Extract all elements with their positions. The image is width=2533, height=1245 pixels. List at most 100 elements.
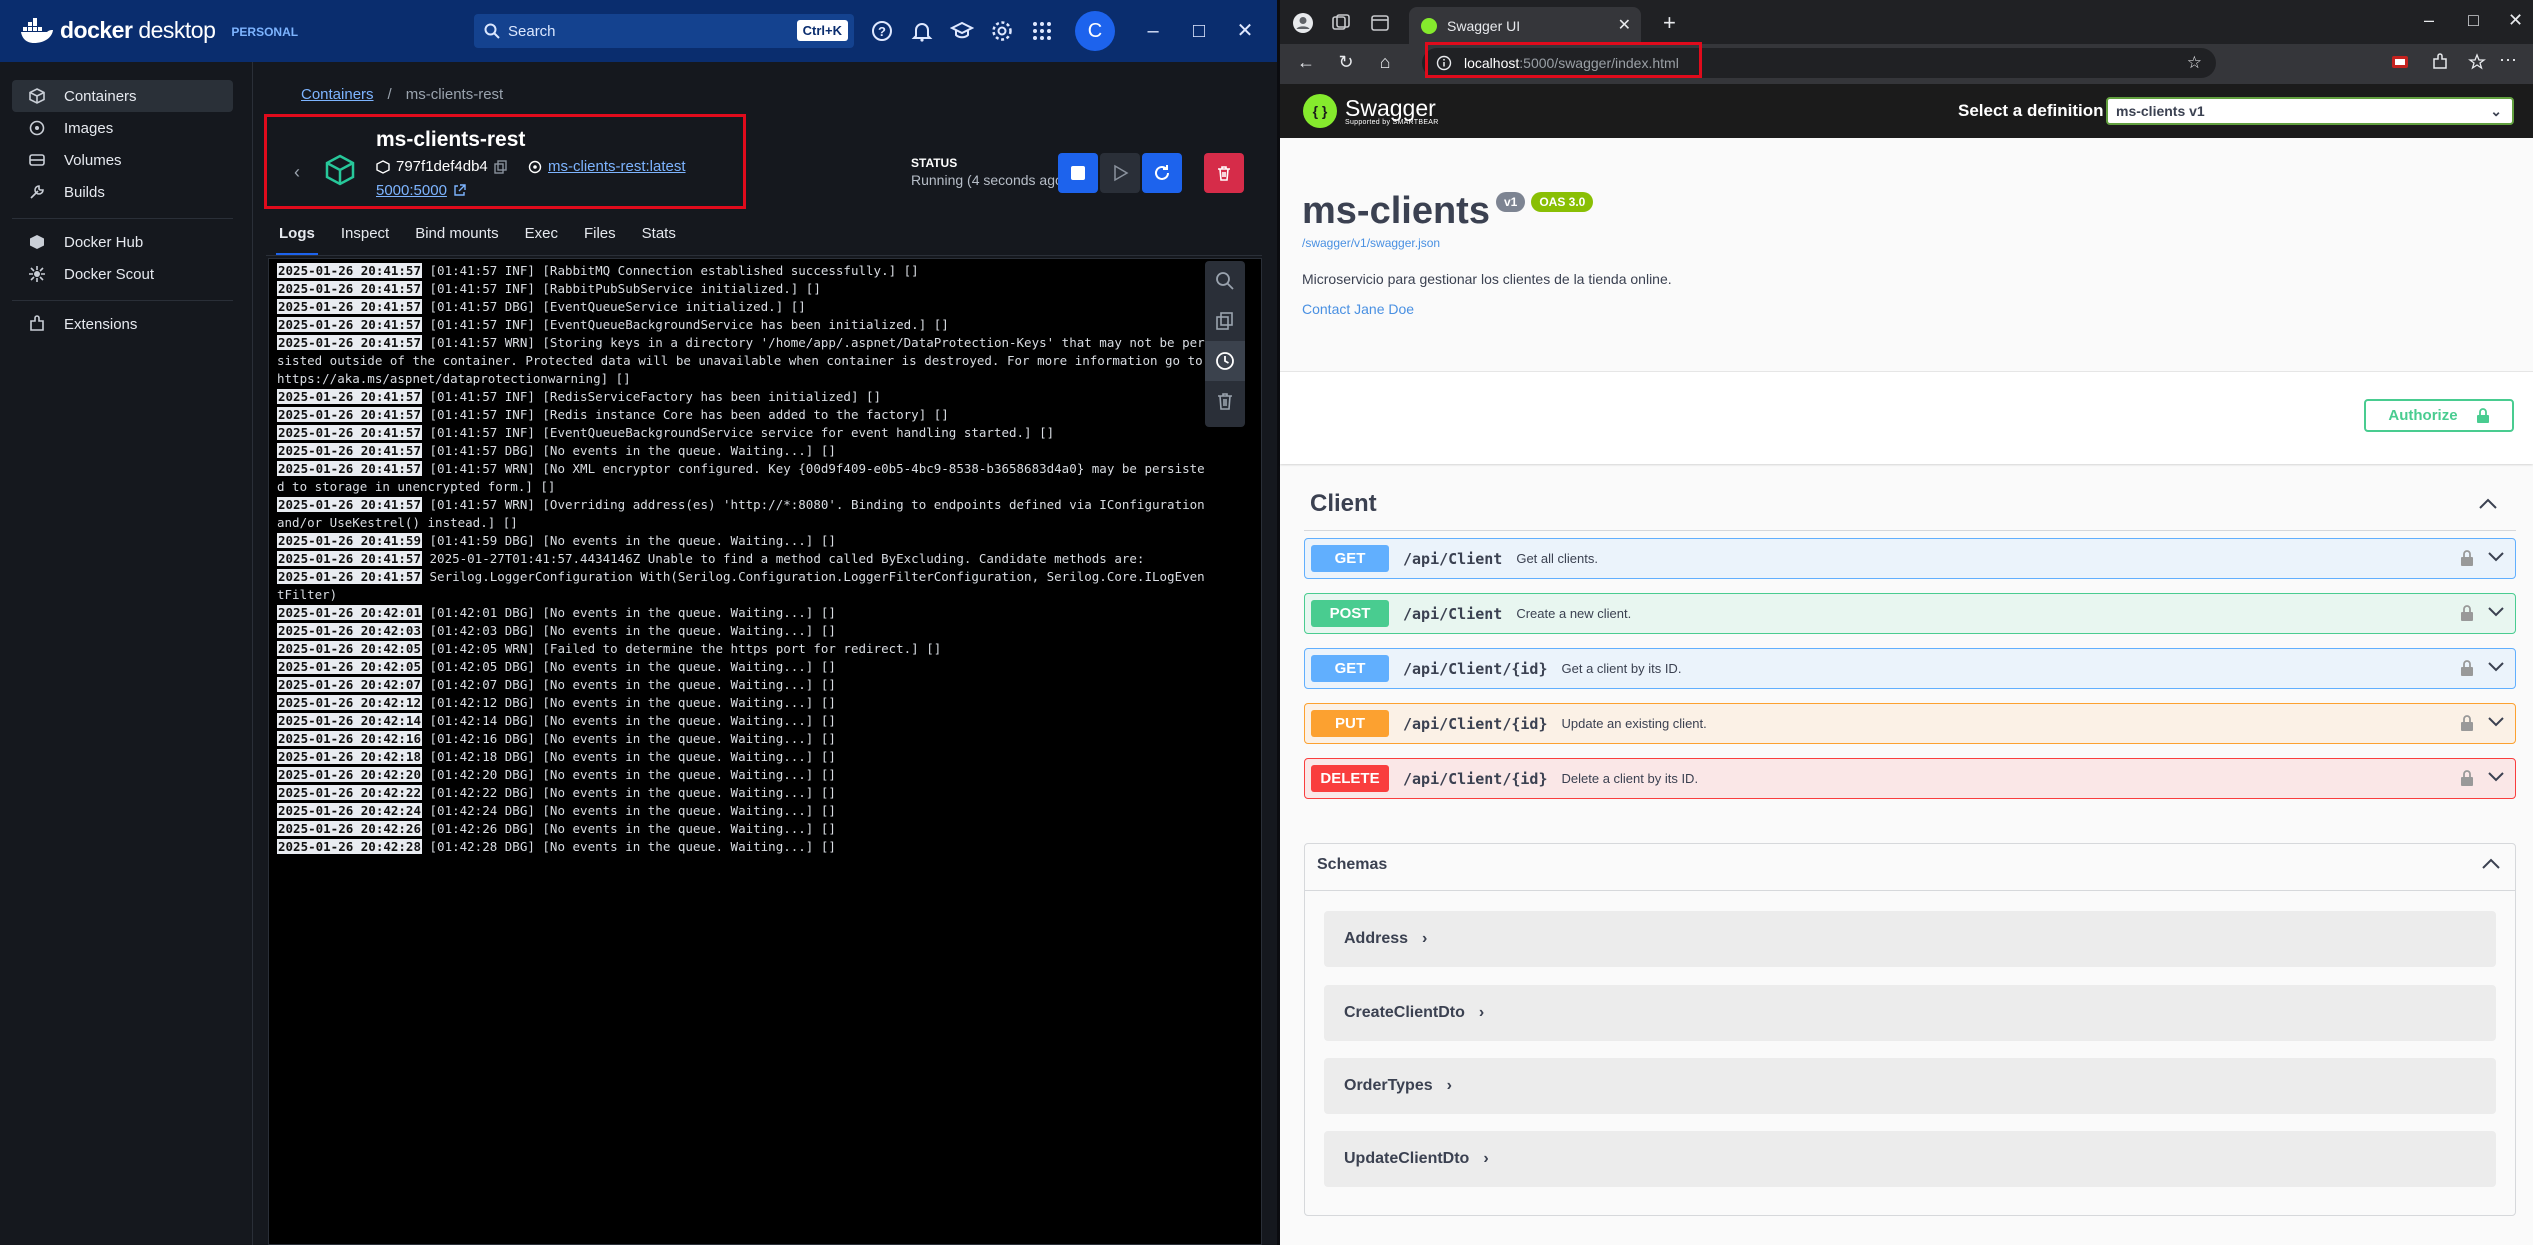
extension-icon[interactable]: [2390, 52, 2410, 72]
chevron-down-icon[interactable]: [2487, 770, 2505, 784]
new-tab-icon[interactable]: +: [1663, 10, 1676, 36]
log-timestamp: 2025-01-26 20:41:57: [277, 263, 422, 278]
tab-files[interactable]: Files: [571, 220, 629, 256]
schema-address[interactable]: Address ›: [1324, 911, 2496, 967]
sidebar-item-docker-hub[interactable]: Docker Hub: [12, 226, 233, 258]
start-button[interactable]: [1100, 153, 1140, 193]
operation-summary: Create a new client.: [1516, 606, 1632, 621]
tab-inspect[interactable]: Inspect: [328, 220, 402, 256]
favorite-star-icon[interactable]: ☆: [2187, 53, 2202, 73]
container-port-link[interactable]: 5000:5000: [376, 182, 447, 199]
reload-icon[interactable]: ↻: [1334, 52, 1358, 76]
definition-select[interactable]: ms-clients v1 ⌄: [2106, 97, 2514, 125]
workspaces-icon[interactable]: [1330, 12, 1352, 34]
log-timestamp: 2025-01-26 20:41:57: [277, 569, 422, 584]
learning-center-icon[interactable]: [950, 19, 974, 43]
log-line: 2025-01-26 20:41:57 [01:41:57 INF] [Redi…: [277, 406, 1212, 424]
tag-client-title[interactable]: Client: [1310, 490, 1377, 518]
tab-bind-mounts[interactable]: Bind mounts: [402, 220, 511, 256]
operation-put[interactable]: PUT/api/Client/{id} Update an existing cl…: [1304, 703, 2516, 744]
sidebar-item-docker-scout[interactable]: Docker Scout: [12, 258, 233, 290]
lock-icon[interactable]: [2459, 769, 2475, 787]
contact-link[interactable]: Contact Jane Doe: [1302, 301, 1414, 317]
notifications-bell-icon[interactable]: [910, 19, 934, 43]
home-icon[interactable]: ⌂: [1373, 52, 1397, 76]
log-timestamps-button[interactable]: [1205, 341, 1245, 381]
operation-post[interactable]: POST/api/Client Create a new client.: [1304, 593, 2516, 634]
lock-icon[interactable]: [2459, 714, 2475, 732]
minimize-icon[interactable]: –: [2424, 10, 2434, 31]
sidebar-item-images[interactable]: Images: [12, 112, 233, 144]
sidebar-item-containers[interactable]: Containers: [12, 80, 233, 112]
log-clear-button[interactable]: [1205, 381, 1245, 421]
lock-icon[interactable]: [2459, 549, 2475, 567]
docker-whale-icon: [21, 17, 53, 43]
stop-button[interactable]: [1058, 153, 1098, 193]
sidebar-item-builds[interactable]: Builds: [12, 176, 233, 208]
schemas-title[interactable]: Schemas: [1317, 856, 1387, 874]
back-arrow-icon[interactable]: ←: [1294, 52, 1318, 76]
breadcrumb-containers-link[interactable]: Containers: [301, 86, 374, 103]
external-link-icon[interactable]: [453, 184, 466, 197]
operation-get[interactable]: GET/api/Client/{id} Get a client by its I…: [1304, 648, 2516, 689]
back-chevron-icon[interactable]: ‹: [294, 162, 300, 183]
more-menu-icon[interactable]: ⋯: [2496, 50, 2520, 74]
settings-gear-icon[interactable]: [990, 19, 1014, 43]
maximize-icon[interactable]: □: [1186, 18, 1212, 44]
restart-button[interactable]: [1142, 153, 1182, 193]
chevron-up-icon[interactable]: [2478, 496, 2498, 510]
log-line: 2025-01-26 20:41:57 [01:41:57 INF] [Rabb…: [277, 280, 1212, 298]
favorites-icon[interactable]: [2467, 52, 2487, 72]
lock-icon[interactable]: [2459, 604, 2475, 622]
container-image-link[interactable]: ms-clients-rest:latest: [548, 158, 686, 175]
authorize-button[interactable]: Authorize: [2364, 399, 2514, 432]
lock-icon[interactable]: [2459, 659, 2475, 677]
sidebar-item-volumes[interactable]: Volumes: [12, 144, 233, 176]
schema-order-types[interactable]: OrderTypes ›: [1324, 1058, 2496, 1114]
play-icon: [1114, 164, 1129, 182]
log-message: [01:41:57 INF] [EventQueueBackgroundServ…: [422, 425, 1055, 440]
chevron-up-icon[interactable]: [2481, 856, 2501, 870]
schema-create-client-dto[interactable]: CreateClientDto ›: [1324, 985, 2496, 1041]
maximize-icon[interactable]: □: [2468, 10, 2479, 31]
close-icon[interactable]: ✕: [2508, 10, 2523, 31]
schema-update-client-dto[interactable]: UpdateClientDto ›: [1324, 1131, 2496, 1187]
chevron-down-icon[interactable]: [2487, 605, 2505, 619]
sidebar-item-label: Containers: [64, 87, 137, 105]
copy-icon[interactable]: [494, 159, 508, 174]
tab-logs[interactable]: Logs: [266, 220, 328, 256]
tab-title: Swagger UI: [1447, 17, 1521, 34]
log-search-button[interactable]: [1205, 261, 1245, 301]
operation-delete[interactable]: DELETE/api/Client/{id} Delete a client by…: [1304, 758, 2516, 799]
extensions-puzzle-icon[interactable]: [2430, 52, 2450, 72]
sidebar-item-label: Extensions: [64, 315, 138, 333]
chevron-down-icon[interactable]: [2487, 715, 2505, 729]
search-bar[interactable]: Search Ctrl+K: [474, 14, 854, 48]
definition-label: Select a definition: [1958, 101, 2104, 120]
log-timestamp: 2025-01-26 20:41:57: [277, 551, 422, 566]
chevron-down-icon[interactable]: [2487, 660, 2505, 674]
operation-get[interactable]: GET/api/Client Get all clients.: [1304, 538, 2516, 579]
help-icon[interactable]: ?: [870, 19, 894, 43]
tab-exec[interactable]: Exec: [512, 220, 571, 256]
log-line: 2025-01-26 20:42:01 [01:42:01 DBG] [No e…: [277, 604, 1212, 622]
user-avatar[interactable]: C: [1075, 11, 1115, 51]
tab-stats[interactable]: Stats: [629, 220, 689, 256]
search-icon: [484, 23, 500, 39]
tab-close-icon[interactable]: ✕: [1618, 15, 1631, 35]
api-info: ms-clients v1 OAS 3.0: [1302, 190, 1594, 233]
log-viewer[interactable]: 2025-01-26 20:41:57 [01:41:57 INF] [Rabb…: [268, 258, 1262, 1245]
close-icon[interactable]: ✕: [1232, 18, 1258, 44]
delete-button[interactable]: [1204, 153, 1244, 193]
tab-swagger-ui[interactable]: Swagger UI ✕: [1409, 7, 1641, 44]
log-copy-button[interactable]: [1205, 301, 1245, 341]
sidebar-item-extensions[interactable]: Extensions: [12, 308, 233, 340]
profile-icon[interactable]: [1292, 12, 1314, 34]
apps-grid-icon[interactable]: [1030, 19, 1054, 43]
minimize-icon[interactable]: –: [1140, 18, 1166, 44]
swagger-json-link[interactable]: /swagger/v1/swagger.json: [1302, 236, 1440, 250]
log-timestamp: 2025-01-26 20:41:57: [277, 335, 422, 350]
chevron-down-icon[interactable]: [2487, 550, 2505, 564]
volumes-icon: [29, 154, 45, 166]
tab-actions-icon[interactable]: [1369, 12, 1391, 34]
